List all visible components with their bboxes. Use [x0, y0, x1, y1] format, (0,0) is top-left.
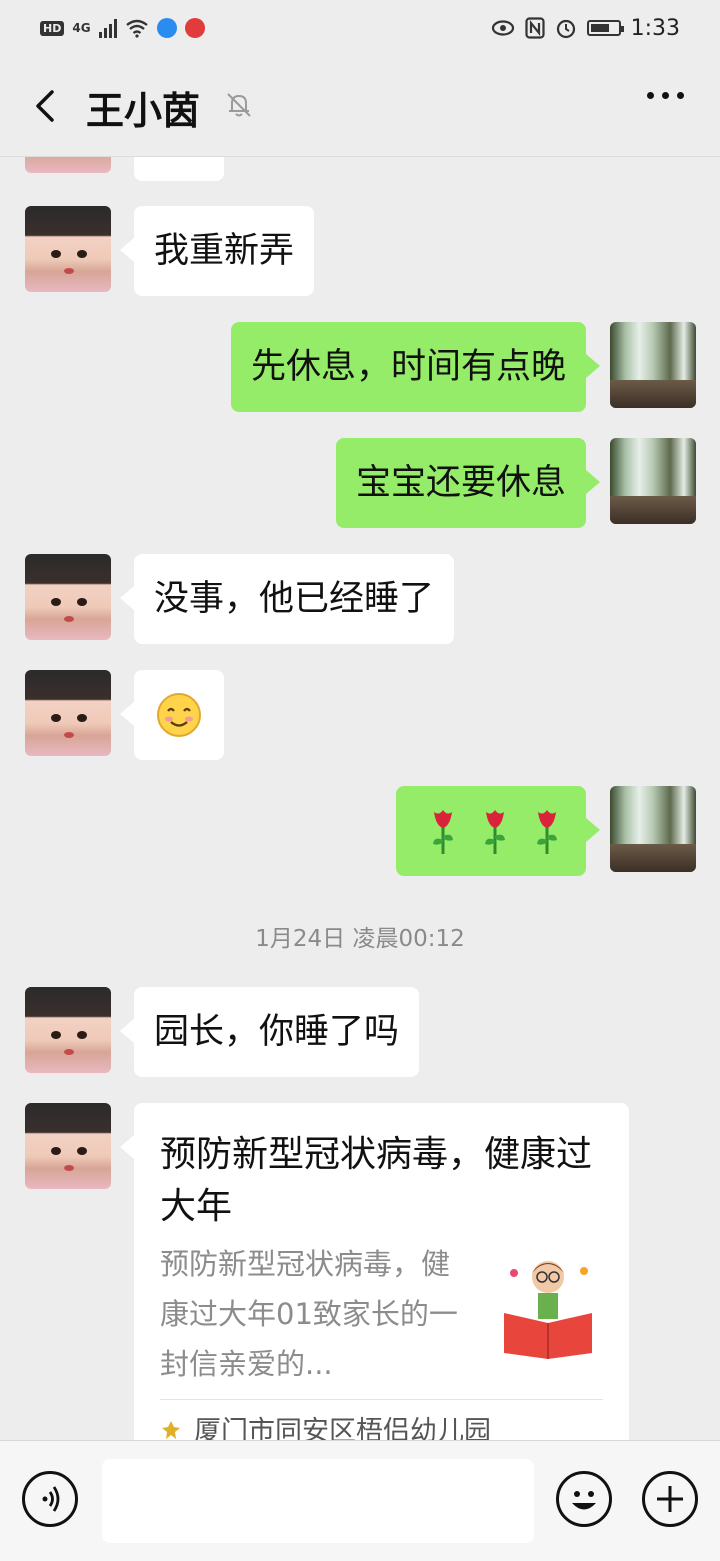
message-list[interactable]: 我重新弄 先休息，时间有点晚 宝宝还要休息 没事，他已经睡了 1月24日 凌晨0… — [0, 157, 720, 1440]
message-bubble-sent[interactable]: 先休息，时间有点晚 — [230, 322, 601, 412]
rose-emoji-icon — [433, 810, 453, 854]
message-input[interactable] — [102, 1459, 534, 1543]
chat-title: 王小茵 — [86, 89, 201, 133]
message-bubble[interactable]: 园长，你睡了吗 — [119, 987, 420, 1077]
status-right: 1:33 — [491, 14, 680, 42]
contact-avatar[interactable] — [25, 670, 111, 756]
article-thumbnail-image — [490, 1243, 606, 1359]
message-bubble-emoji[interactable] — [120, 670, 224, 760]
clock: 1:33 — [630, 15, 680, 41]
contact-avatar[interactable] — [25, 1103, 111, 1189]
message-bubble-sent-emoji[interactable] — [396, 786, 600, 876]
roses-emoji-group — [416, 786, 566, 876]
chat-header: 王小茵 — [0, 56, 720, 157]
emoji-button[interactable] — [556, 1471, 612, 1527]
rose-emoji-icon — [537, 810, 557, 854]
source-logo-icon — [162, 1421, 180, 1439]
input-bar — [0, 1440, 720, 1561]
contact-avatar[interactable] — [25, 206, 111, 292]
bell-off-icon — [227, 93, 251, 117]
network-type: 4G — [72, 21, 91, 35]
eye-icon — [491, 20, 514, 36]
message-text: 园长，你睡了吗 — [154, 1012, 400, 1052]
plus-icon — [657, 1486, 683, 1512]
message-bubble-sent[interactable]: 宝宝还要休息 — [335, 438, 601, 528]
contact-avatar[interactable] — [25, 987, 111, 1073]
my-avatar[interactable] — [610, 438, 696, 524]
signal-icon — [98, 18, 117, 38]
article-divider — [160, 1399, 603, 1400]
my-avatar[interactable] — [610, 322, 696, 408]
more-functions-button[interactable] — [642, 1471, 698, 1527]
contact-avatar[interactable] — [25, 554, 111, 640]
more-dots-icon[interactable] — [647, 92, 684, 99]
hd-indicator: HD — [40, 20, 65, 36]
contact-avatar[interactable] — [25, 157, 111, 173]
article-source: 厦门市同安区梧侣幼儿园 — [194, 1416, 491, 1440]
voice-input-button[interactable] — [22, 1471, 78, 1527]
smiley-emoji-icon — [157, 693, 201, 737]
status-left: HD 4G — [40, 14, 205, 42]
voice-icon — [42, 1486, 60, 1512]
back-arrow-icon[interactable] — [28, 86, 68, 126]
app-notification-icon — [156, 18, 177, 38]
message-text: 宝宝还要休息 — [355, 463, 566, 503]
article-card[interactable]: 预防新型冠状病毒，健康过大年 预防新型冠状病毒，健康过大年01致家长的一封信亲爱… — [120, 1103, 629, 1440]
alarm-icon — [556, 19, 575, 39]
message-text: 先休息，时间有点晚 — [250, 347, 566, 387]
status-bar: HD 4G 1:33 — [0, 0, 720, 56]
message-bubble[interactable]: 没事，他已经睡了 — [119, 554, 455, 644]
article-title: 预防新型冠状病毒，健康过大年 — [160, 1134, 593, 1227]
my-avatar[interactable] — [610, 786, 696, 872]
battery-icon — [586, 20, 624, 36]
message-bubble[interactable]: 我重新弄 — [119, 206, 315, 296]
app-notification-icon-2 — [184, 18, 205, 38]
message-text: 没事，他已经睡了 — [154, 579, 435, 619]
timestamp-separator: 1月24日 凌晨00:12 — [255, 926, 465, 952]
wifi-icon — [125, 19, 148, 38]
message-text: 我重新弄 — [154, 231, 295, 271]
smiley-face-icon — [572, 1491, 596, 1510]
nfc-icon — [524, 17, 545, 39]
article-description: 预防新型冠状病毒，健康过大年01致家长的一封信亲爱的... — [160, 1247, 458, 1381]
message-bubble-partial[interactable] — [134, 157, 224, 181]
rose-emoji-icon — [485, 810, 505, 854]
